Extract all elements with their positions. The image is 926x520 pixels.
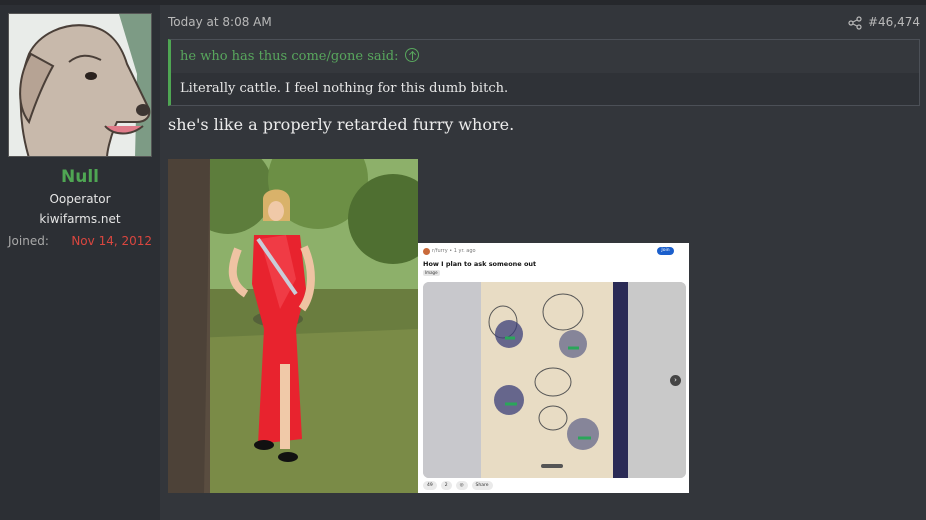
user-sidebar: Null Ooperator kiwifarms.net Joined: Nov… (0, 5, 160, 520)
award-icon: ◎ (455, 481, 468, 490)
arrow-up-circle-icon[interactable] (404, 48, 419, 62)
user-site: kiwifarms.net (39, 212, 121, 226)
join-button: Join (657, 247, 674, 255)
community-name: r/furry • 1 yr. ago (432, 248, 476, 254)
upvote-count: 49 (423, 481, 437, 490)
quote-block: he who has thus come/gone said: Literall… (168, 39, 920, 106)
chevron-right-icon: › (670, 375, 681, 386)
attached-screenshot[interactable]: r/furry • 1 yr. ago Join How I plan to a… (418, 243, 689, 493)
post-number[interactable]: #46,474 (868, 15, 920, 29)
message-text: she's like a properly retarded furry who… (168, 115, 515, 134)
share-pill: Share (471, 481, 493, 490)
share-icon[interactable] (848, 15, 862, 30)
username[interactable]: Null (0, 167, 160, 187)
post-title: How I plan to ask someone out (423, 260, 537, 268)
community-avatar (423, 248, 430, 255)
sketch-image (423, 282, 686, 478)
post-timestamp[interactable]: Today at 8:08 AM (168, 15, 272, 29)
quote-text: Literally cattle. I feel nothing for thi… (180, 81, 509, 96)
avatar[interactable] (8, 13, 152, 157)
attached-photo[interactable] (168, 159, 418, 493)
joined-label: Joined: (8, 234, 49, 248)
quote-author[interactable]: he who has thus come/gone said: (180, 49, 399, 64)
quote-header[interactable]: he who has thus come/gone said: (171, 40, 919, 73)
flair-tag: Image (423, 270, 440, 276)
comment-count: 2 (440, 481, 452, 490)
joined-date: Nov 14, 2012 (71, 234, 152, 248)
post-actions: 49 2 ◎ Share (423, 481, 493, 490)
user-title: Ooperator (49, 192, 111, 206)
